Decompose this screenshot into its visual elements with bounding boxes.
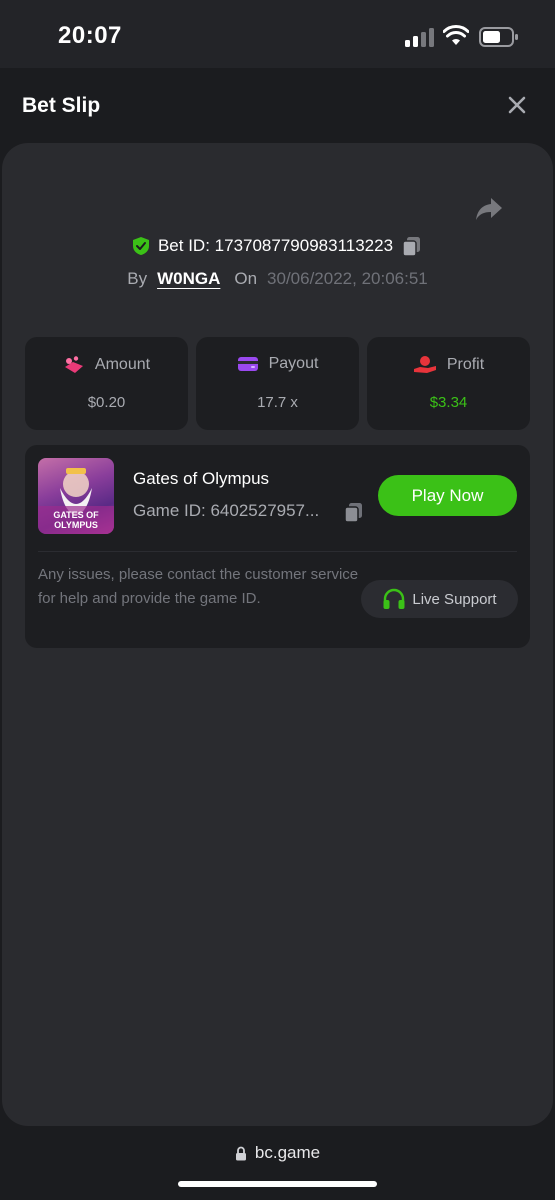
payout-label: Payout (268, 355, 319, 372)
amount-value: $0.20 (87, 394, 126, 411)
bet-id-row: Bet ID: 1737087790983113223 (0, 232, 555, 260)
live-support-label: Live Support (412, 590, 497, 608)
signal-icon (405, 27, 435, 47)
profit-label: Profit (446, 356, 485, 373)
hand-coin-icon (413, 356, 436, 373)
bet-slip-header: Bet Slip (0, 68, 555, 143)
game-name: Gates of Olympus (133, 469, 270, 488)
game-thumbnail[interactable]: GATES OF OLYMPUS (38, 458, 114, 534)
game-id: Game ID: 6402527957... (133, 501, 320, 520)
status-bar: 20:07 (0, 0, 555, 68)
close-icon[interactable] (503, 91, 531, 119)
profit-stat: Profit $3.34 (367, 337, 530, 430)
play-now-button[interactable]: Play Now (378, 475, 517, 516)
username-link[interactable]: W0NGA (157, 269, 220, 289)
amount-stat: Amount $0.20 (25, 337, 188, 430)
payout-value: 17.7 x (257, 394, 298, 411)
verified-shield-icon (132, 237, 149, 255)
page-title: Bet Slip (22, 94, 101, 117)
home-indicator[interactable] (178, 1181, 377, 1187)
on-label: On (234, 269, 258, 288)
share-icon[interactable] (474, 195, 504, 223)
live-support-button[interactable]: Live Support (361, 580, 518, 618)
browser-url-bar: bc.game (0, 1126, 555, 1200)
amount-label: Amount (94, 356, 151, 373)
coins-icon (64, 356, 83, 373)
status-time: 20:07 (58, 22, 122, 49)
bettor-row: By W0NGA On 30/06/2022, 20:06:51 (0, 265, 555, 293)
copy-game-id-icon[interactable] (343, 501, 365, 523)
divider (38, 551, 517, 552)
support-info-text: Any issues, please contact the customer … (38, 566, 359, 607)
headset-icon (383, 588, 405, 609)
bet-id: Bet ID: 1737087790983113223 (157, 236, 394, 255)
game-thumbnail-title: GATES OF OLYMPUS (53, 510, 99, 530)
by-label: By (127, 269, 148, 288)
lock-icon (235, 1146, 246, 1160)
url-text: bc.game (254, 1143, 321, 1162)
battery-icon (479, 27, 518, 47)
profit-value: $3.34 (429, 394, 468, 411)
url-row[interactable]: bc.game (0, 1143, 555, 1163)
wallet-icon (237, 357, 258, 371)
wifi-icon (443, 25, 469, 45)
bet-datetime: 30/06/2022, 20:06:51 (267, 269, 428, 288)
game-card: GATES OF OLYMPUS Gates of Olympus Game I… (25, 445, 530, 648)
copy-icon[interactable] (401, 235, 423, 257)
payout-stat: Payout 17.7 x (196, 337, 359, 430)
